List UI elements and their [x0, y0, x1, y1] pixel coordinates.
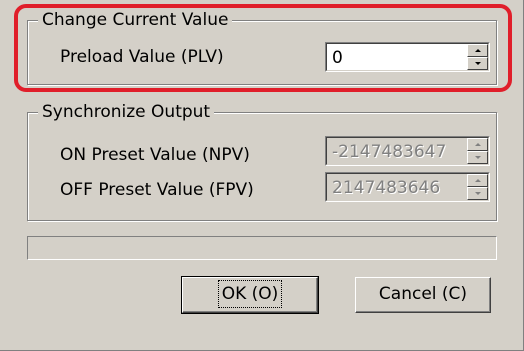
fpv-spin-up-button: [467, 174, 488, 187]
synchronize-output-legend: Synchronize Output: [38, 103, 215, 121]
triangle-up-icon: [475, 179, 481, 182]
status-bar: [27, 236, 497, 260]
triangle-up-icon: [475, 143, 481, 146]
fpv-value: 2147483646: [332, 178, 441, 198]
synchronize-output-group: [27, 112, 497, 221]
triangle-down-icon: [475, 156, 481, 159]
triangle-down-icon: [475, 192, 481, 195]
highlight-ring: [14, 4, 512, 92]
cancel-button[interactable]: Cancel (C): [355, 277, 491, 313]
npv-spin-up-button: [467, 138, 488, 151]
npv-label: ON Preset Value (NPV): [60, 145, 250, 165]
dialog-frame: Change Current Value Preload Value (PLV)…: [0, 0, 524, 351]
cancel-button-label: Cancel (C): [378, 284, 468, 304]
fpv-label: OFF Preset Value (FPV): [60, 180, 254, 200]
ok-button[interactable]: OK (O): [181, 276, 319, 314]
fpv-spin-down-button: [467, 187, 488, 200]
npv-spin-down-button: [467, 151, 488, 164]
ok-button-label: OK (O): [217, 280, 283, 308]
fpv-spinbox: 2147483646: [325, 172, 490, 202]
npv-spinbox: -2147483647: [325, 136, 490, 166]
npv-value: -2147483647: [332, 142, 447, 162]
